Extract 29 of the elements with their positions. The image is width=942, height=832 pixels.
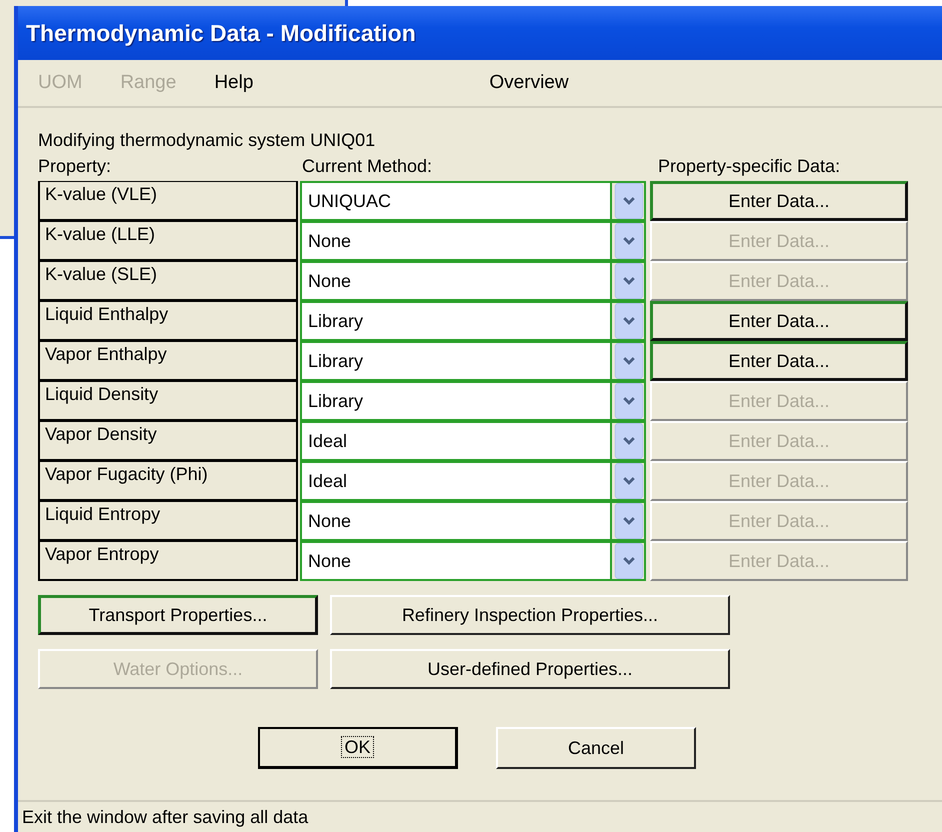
method-dropdown[interactable]: Library xyxy=(302,343,612,379)
column-header: Current Method: xyxy=(301,156,434,178)
column-header: Property-specific Data: xyxy=(657,156,842,178)
window-title: Thermodynamic Data - Modification xyxy=(18,6,942,60)
ok-button[interactable]: OK xyxy=(258,727,458,769)
property-label: K-value (SLE) xyxy=(38,261,298,301)
intro-text: Modifying thermodynamic system UNIQ01 xyxy=(38,130,376,152)
menu-item[interactable]: Overview xyxy=(489,72,569,94)
column-header: Property: xyxy=(38,156,112,178)
property-label: K-value (LLE) xyxy=(38,221,298,261)
enter-data-button[interactable]: Enter Data... xyxy=(650,181,908,221)
properties-button[interactable]: Refinery Inspection Properties... xyxy=(330,595,730,635)
enter-data-button[interactable]: Enter Data... xyxy=(650,301,908,341)
property-label: Vapor Fugacity (Phi) xyxy=(38,461,298,501)
properties-button[interactable]: Transport Properties... xyxy=(38,595,318,635)
property-label: Liquid Density xyxy=(38,381,298,421)
status-bar: Exit the window after saving all data xyxy=(18,800,942,832)
property-label: Vapor Enthalpy xyxy=(38,341,298,381)
cancel-button[interactable]: Cancel xyxy=(496,727,696,769)
menu-item[interactable]: Help xyxy=(214,72,254,94)
property-label: Vapor Density xyxy=(38,421,298,461)
property-label: Vapor Entropy xyxy=(38,541,298,581)
property-label: Liquid Entropy xyxy=(38,501,298,541)
method-dropdown[interactable]: Library xyxy=(302,303,612,339)
properties-button[interactable]: User-defined Properties... xyxy=(330,649,730,689)
method-dropdown[interactable]: UNIQUAC xyxy=(302,183,612,219)
enter-data-button[interactable]: Enter Data... xyxy=(650,341,908,381)
property-label: K-value (VLE) xyxy=(38,181,298,221)
property-label: Liquid Enthalpy xyxy=(38,301,298,341)
